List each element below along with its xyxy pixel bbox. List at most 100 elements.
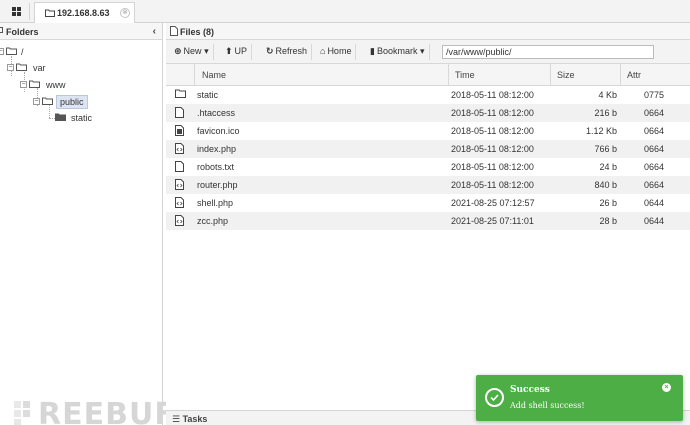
collapse-icon[interactable]: − [7,64,14,71]
file-name: favicon.ico [197,126,240,136]
toast-message: Add shell success! [510,401,585,410]
file-time: 2018-05-11 08:12:00 [451,108,534,118]
watermark-text: REEBUF [38,397,176,425]
file-size: 1.12 Kb [585,126,617,136]
file-attr: 0775 [644,90,665,100]
file-name: shell.php [197,198,234,208]
file-icon [175,107,184,118]
file-name: zcc.php [197,216,229,226]
new-button-label: New [183,46,202,56]
file-name: static [197,90,219,100]
caret-down-icon: ▾ [419,46,425,56]
collapse-panel-icon[interactable]: ‹ [153,26,156,37]
folder-open-icon [6,47,17,55]
tasks-icon: ☰ [172,414,183,424]
files-panel-title: Files (8) [180,27,215,37]
folders-panel-title: Folders [6,27,39,37]
refresh-button[interactable]: ↻ Refresh [262,44,313,60]
up-button-label: UP [234,46,248,56]
file-icon [170,26,178,36]
table-row[interactable]: zcc.php 2021-08-25 07:11:01 28 b 0644 [166,212,690,230]
folders-panel-header: Folders ‹ [0,23,162,40]
path-input[interactable] [442,45,654,59]
tasks-label-text: Tasks [182,414,208,424]
home-button-label: Home [327,46,352,56]
column-header-size[interactable]: Size [557,70,575,80]
file-name: robots.txt [197,162,235,172]
file-name: .htaccess [197,108,236,118]
code-file-icon [175,143,184,154]
files-table-header: Name Time Size Attr [166,64,690,86]
file-size: 26 b [599,198,617,208]
files-panel-header: Files (8) [166,23,690,40]
tab-close-icon[interactable]: ⊗ [120,8,130,18]
file-attr: 0644 [644,198,665,208]
file-attr: 0664 [644,126,665,136]
table-row[interactable]: index.php 2018-05-11 08:12:00 766 b 0664 [166,140,690,158]
file-size: 24 b [599,162,617,172]
new-button[interactable]: ⊕ New ▾ [170,44,214,60]
home-icon: ⌂ [320,46,326,56]
column-header-time[interactable]: Time [455,70,475,80]
tab-connection[interactable]: 192.168.8.63 ⊗ [34,2,135,23]
file-attr: 0664 [644,144,665,154]
plus-circle-icon: ⊕ [174,46,182,56]
home-button[interactable]: ⌂ Home [316,44,357,60]
table-row[interactable]: router.php 2018-05-11 08:12:00 840 b 066… [166,176,690,194]
table-row[interactable]: .htaccess 2018-05-11 08:12:00 216 b 0664 [166,104,690,122]
table-row[interactable]: shell.php 2021-08-25 07:12:57 26 b 0644 [166,194,690,212]
file-attr: 0664 [644,108,665,118]
image-file-icon [175,125,184,136]
code-file-icon [175,179,184,190]
folder-icon [175,89,186,98]
column-header-attr[interactable]: Attr [627,70,641,80]
file-time: 2021-08-25 07:11:01 [451,216,534,226]
file-attr: 0664 [644,180,665,190]
collapse-icon[interactable]: − [33,98,40,105]
toast-title: Success [510,385,550,395]
bookmark-button[interactable]: ▮ Bookmark ▾ [366,44,430,60]
folder-icon [45,9,55,17]
bookmark-icon: ▮ [370,46,375,56]
file-attr: 0664 [644,162,665,172]
file-size: 28 b [599,216,617,226]
grid-icon [12,7,21,16]
column-header-name[interactable]: Name [202,70,226,80]
caret-down-icon: ▾ [204,46,209,56]
tree-node-label: / [21,47,24,57]
file-time: 2018-05-11 08:12:00 [451,126,534,136]
file-icon [175,161,184,172]
tab-title: 192.168.8.63 [57,8,110,18]
files-toolbar: ⊕ New ▾ ⬆ UP ↻ Refresh ⌂ Home ▮ Bookmark ▾ [166,40,690,64]
files-panel: Files (8) ⊕ New ▾ ⬆ UP ↻ Refresh ⌂ Home ▮ Boo… [166,23,690,425]
tree-node-label-selected: public [56,95,88,109]
file-time: 2018-05-11 08:12:00 [451,180,534,190]
table-row[interactable]: robots.txt 2018-05-11 08:12:00 24 b 0664 [166,158,690,176]
up-button[interactable]: ⬆ UP [221,44,253,60]
file-size: 216 b [594,108,617,118]
refresh-button-label: Refresh [275,46,308,56]
arrow-up-icon: ⬆ [225,46,233,56]
check-circle-icon [485,388,504,407]
toast-close-icon[interactable]: × [662,383,671,392]
tree-node-label: www [46,80,66,90]
file-size: 4 Kb [598,90,617,100]
collapse-icon[interactable]: − [0,48,4,55]
app-grid-button[interactable] [4,3,30,20]
file-size: 840 b [594,180,617,190]
file-size: 766 b [594,144,617,154]
table-row[interactable]: favicon.ico 2018-05-11 08:12:00 1.12 Kb … [166,122,690,140]
tasks-label: ☰ Tasks [172,414,207,425]
folder-icon [55,113,66,121]
success-toast[interactable]: Success Add shell success! × [476,375,683,421]
file-attr: 0644 [644,216,665,226]
table-row[interactable]: static 2018-05-11 08:12:00 4 Kb 0775 [166,86,690,104]
file-name: index.php [197,144,237,154]
folders-panel: Folders ‹ − / − var − www − public stati… [0,23,175,425]
bookmark-button-label: Bookmark [376,46,418,56]
collapse-icon[interactable]: − [20,81,27,88]
panel-icon [0,27,3,33]
tree-node-label: static [71,113,93,123]
file-time: 2018-05-11 08:12:00 [451,162,534,172]
file-name: router.php [197,180,238,190]
